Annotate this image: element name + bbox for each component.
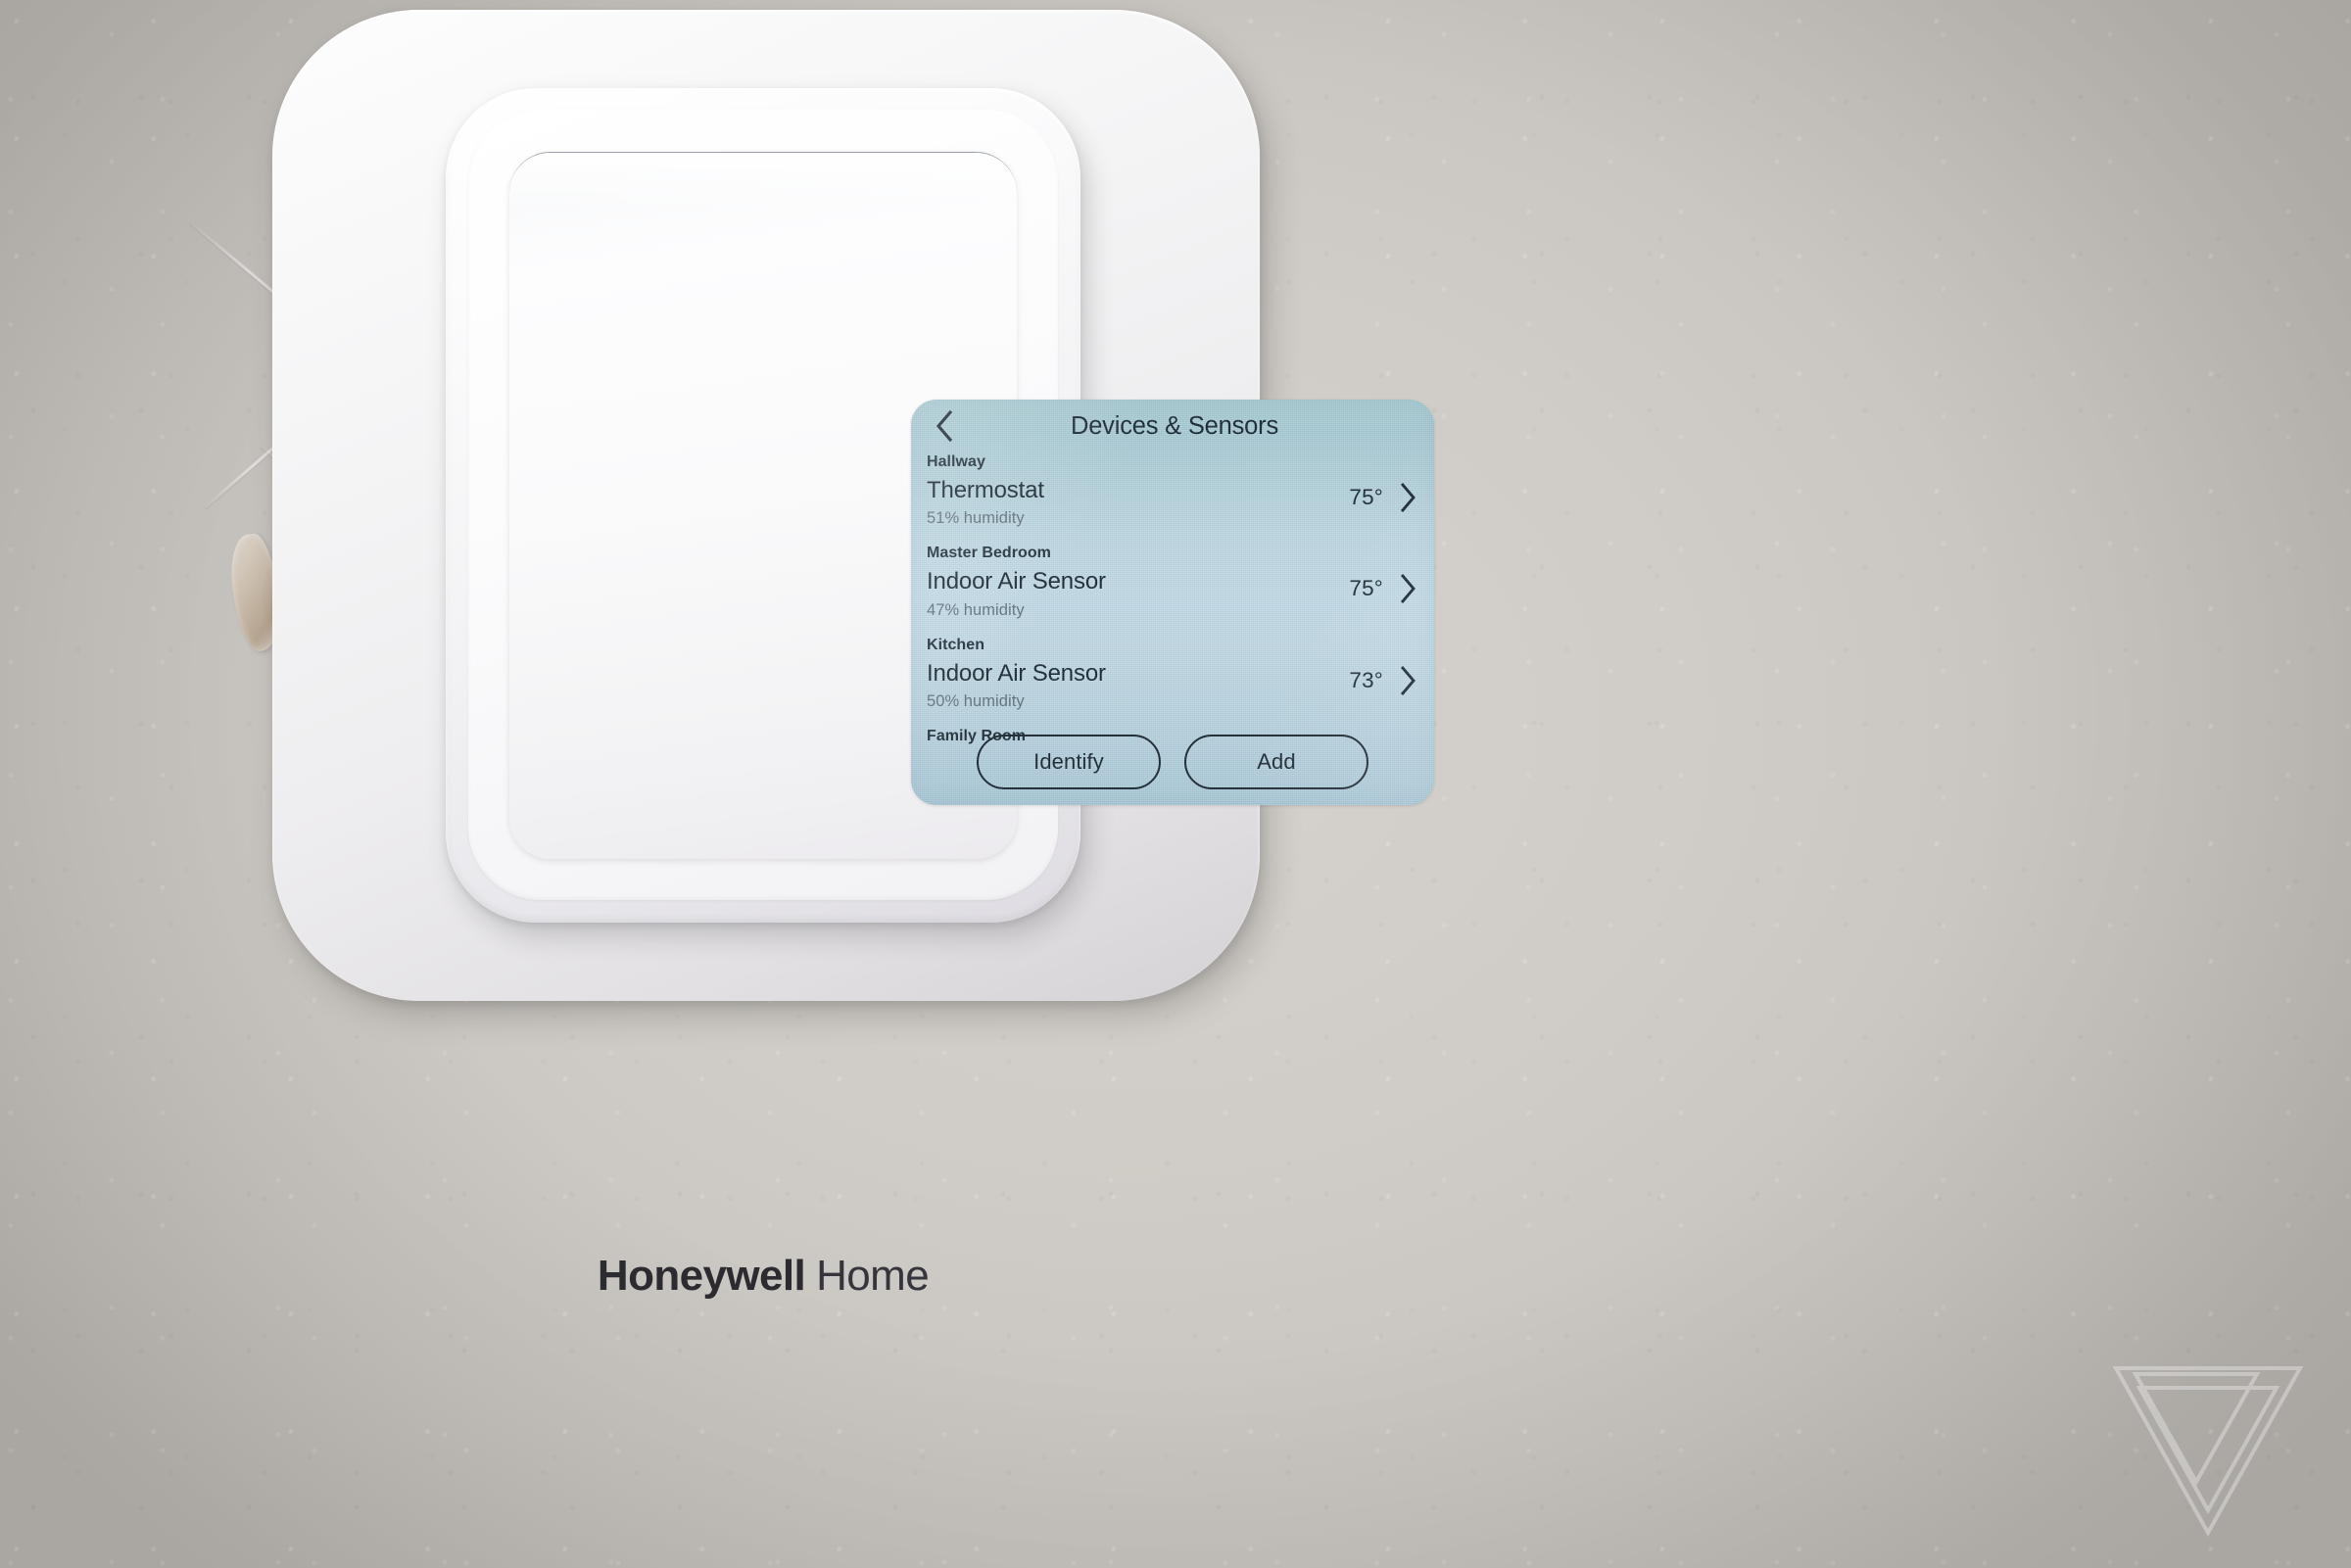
screen-header: Devices & Sensors [927,400,1418,452]
brand-primary: Honeywell [597,1252,806,1300]
device-name: Indoor Air Sensor [927,659,1106,687]
device-right: 73° [1349,661,1418,696]
device-right: 75° [1349,569,1418,604]
device-info: Indoor Air Sensor 47% humidity [927,569,1349,619]
device-right: 75° [1349,478,1418,513]
chevron-right-icon[interactable] [1399,665,1418,696]
device-row[interactable]: Thermostat 51% humidity 75° [927,478,1418,528]
device-humidity: 50% humidity [927,692,1025,711]
device-row[interactable]: Indoor Air Sensor 47% humidity 75° [927,569,1418,619]
chevron-left-icon [936,409,953,443]
wall-background: Devices & Sensors Hallway Thermostat 51%… [0,0,2351,1568]
group-label-hallway: Hallway [927,453,985,470]
device-temperature: 75° [1349,485,1383,509]
device-humidity: 47% humidity [927,600,1025,619]
device-info: Indoor Air Sensor 50% humidity [927,659,1349,711]
glass-reflection [509,153,1017,210]
group-label-kitchen: Kitchen [927,636,985,653]
device-row[interactable]: Indoor Air Sensor 50% humidity 73° [927,659,1418,711]
page-title: Devices & Sensors [1070,411,1279,440]
device-info: Thermostat 51% humidity [927,478,1349,528]
identify-button[interactable]: Identify [977,735,1161,789]
brand-secondary: Home [816,1252,930,1300]
device-name: Thermostat [927,477,1044,503]
device-temperature: 73° [1349,667,1383,692]
device-name: Indoor Air Sensor [927,568,1106,595]
chevron-right-icon[interactable] [1399,573,1418,604]
glass-seam-notch-right [894,153,907,155]
chevron-right-icon[interactable] [1399,482,1418,513]
verge-logo-watermark [2112,1366,2304,1538]
device-temperature: 75° [1349,576,1383,601]
group-label-master-bedroom: Master Bedroom [927,545,1051,562]
back-button[interactable] [926,407,963,445]
thermostat-lcd-screen[interactable]: Devices & Sensors Hallway Thermostat 51%… [911,400,1434,805]
device-humidity: 51% humidity [927,509,1025,528]
screen-content: Devices & Sensors Hallway Thermostat 51%… [911,400,1434,805]
screen-footer: Identify Add [911,735,1434,789]
add-button[interactable]: Add [1184,735,1368,789]
glass-seam-notch-left [629,153,642,155]
honeywell-home-logo: Honeywell Home [509,1252,1017,1301]
